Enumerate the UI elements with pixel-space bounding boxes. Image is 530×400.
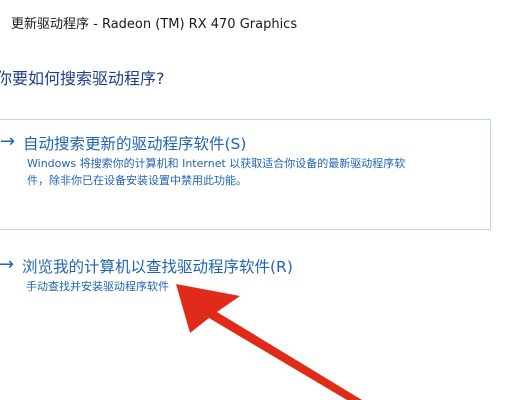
page-heading: 你要如何搜索驱动程序? [0,69,165,88]
window-title: 更新驱动程序 - Radeon (TM) RX 470 Graphics [11,17,298,32]
option-title: 自动搜索更新的驱动程序软件(S) [23,135,247,153]
option-description: Windows 将搜索你的计算机和 Internet 以获取适合你设备的最新驱动… [27,155,479,189]
browse-computer-option[interactable]: → 浏览我的计算机以查找驱动程序软件(R) 手动查找并安装驱动程序软件 [0,246,491,302]
option-description: 手动查找并安装驱动程序软件 [26,280,169,293]
option-title: 浏览我的计算机以查找驱动程序软件(R) [22,258,293,276]
update-driver-dialog: 更新驱动程序 - Radeon (TM) RX 470 Graphics 你要如… [0,0,530,400]
right-arrow-icon: → [0,131,16,152]
option-description-line: Windows 将搜索你的计算机和 Internet 以获取适合你设备的最新驱动… [27,157,406,170]
option-description-line: 件，除非你已在设备安装设置中禁用此功能。 [27,174,247,187]
right-arrow-icon: → [0,254,15,275]
search-automatically-option[interactable]: → 自动搜索更新的驱动程序软件(S) Windows 将搜索你的计算机和 Int… [0,119,491,230]
